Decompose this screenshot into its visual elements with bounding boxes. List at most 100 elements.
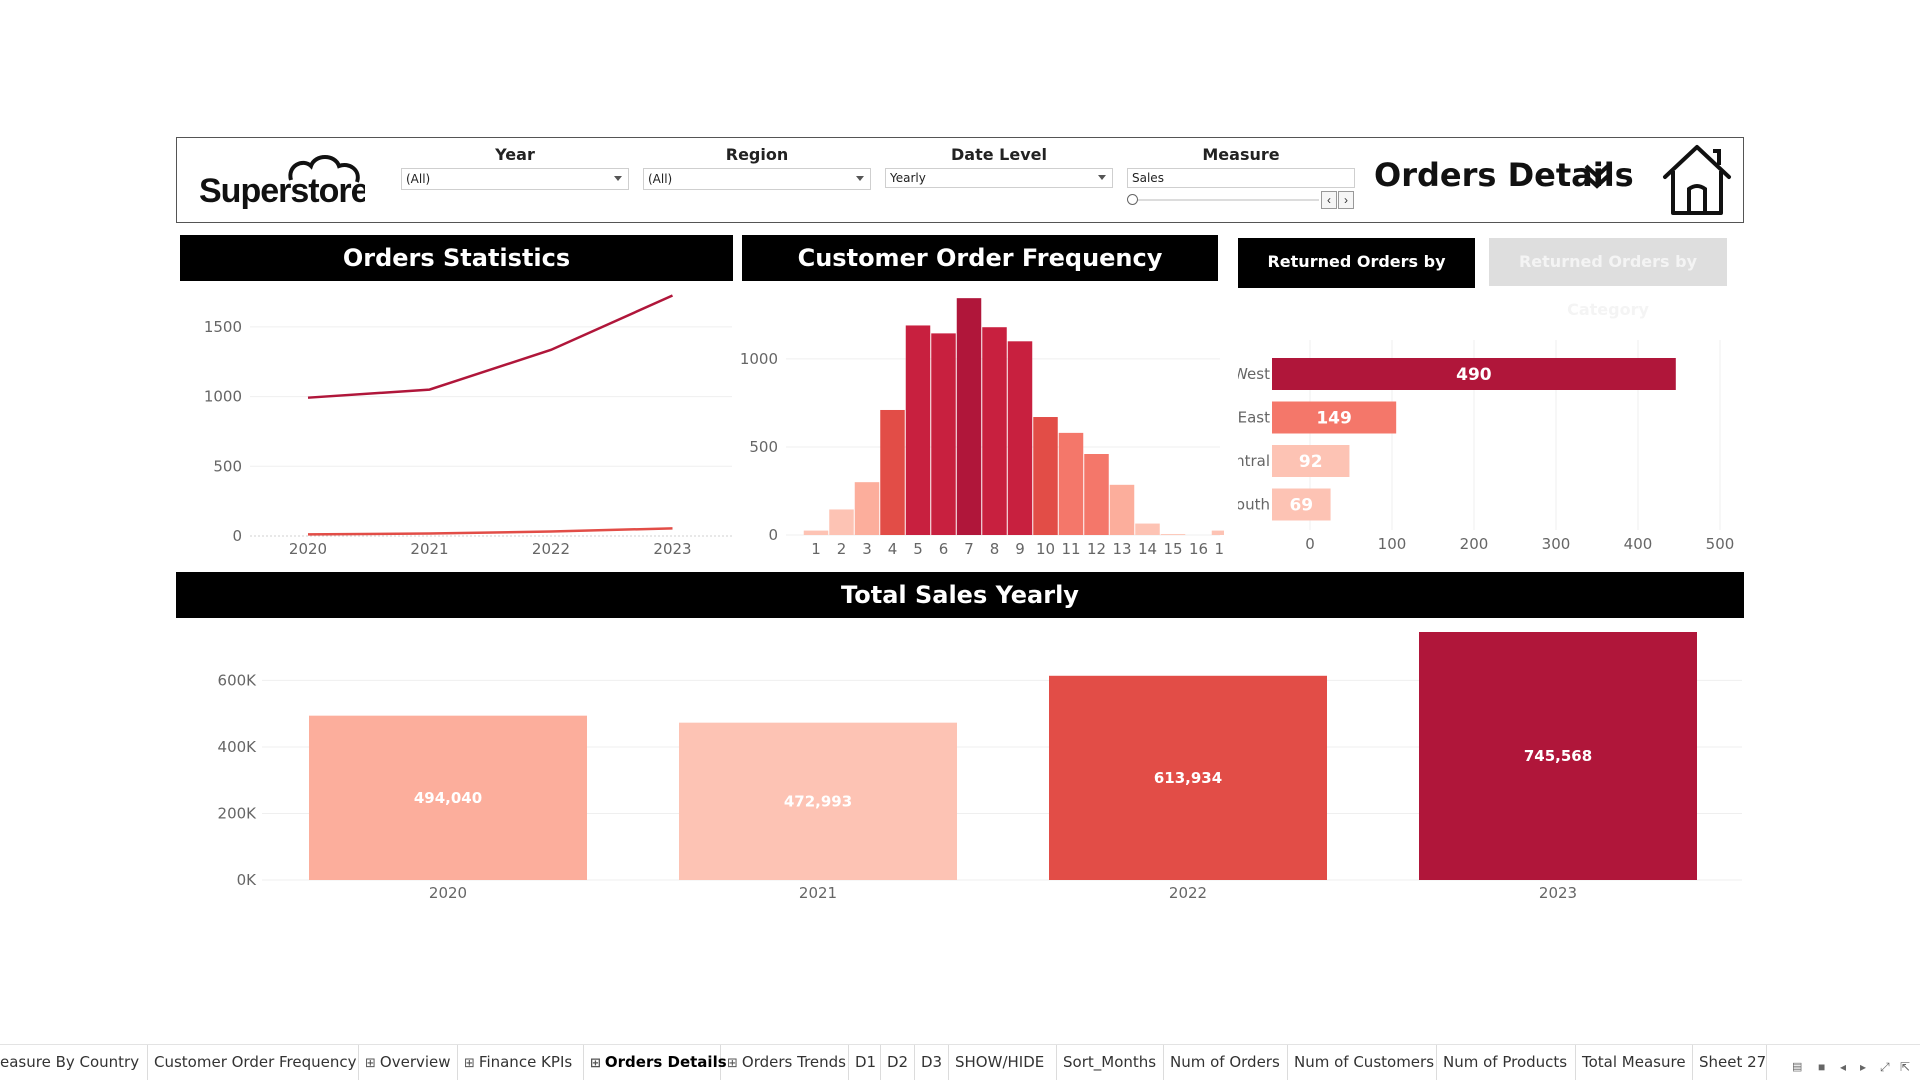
sheet-tab[interactable]: D2 (881, 1045, 915, 1080)
x-tick-label: 300 (1542, 535, 1571, 553)
chevron-down-icon (856, 176, 864, 181)
x-tick-label: 2020 (429, 884, 467, 902)
x-tick-label: 10 (1036, 540, 1055, 558)
histogram-bar (982, 327, 1007, 535)
sheet-tab[interactable]: Sort_Months (1057, 1045, 1164, 1080)
histogram-bar (1084, 454, 1109, 535)
region-filter: Region (All) (643, 144, 871, 190)
slider-next-button[interactable]: › (1338, 191, 1354, 209)
x-tick-label: 17 (1214, 540, 1224, 558)
histogram-bar (854, 482, 880, 535)
next-sheet-icon[interactable]: ▸ (1860, 1060, 1866, 1074)
sheet-tab[interactable]: Customer Order Frequency (148, 1045, 359, 1080)
histogram-bar (1109, 484, 1135, 535)
sheet-tab-bar: easure By Country Customer Order Frequenc… (0, 1044, 1920, 1080)
region-filter-title: Region (725, 145, 789, 164)
x-tick-label: 9 (1015, 540, 1025, 558)
x-tick-label: 100 (1378, 535, 1407, 553)
y-tick-label: 200K (218, 804, 258, 822)
sheet-tab-label: Orders Details (604, 1053, 727, 1071)
sheet-tab[interactable]: Sheet 27 (1693, 1045, 1767, 1080)
returned-by-region-button[interactable]: Returned Orders by Region (1238, 238, 1475, 319)
x-tick-label: 4 (888, 540, 898, 558)
region-bar-value: 92 (1299, 452, 1323, 472)
region-dropdown-value: (All) (648, 172, 673, 186)
sheet-tab[interactable]: easure By Country (0, 1045, 148, 1080)
sheet-tab[interactable]: Num of Orders (1164, 1045, 1288, 1080)
sheet-tab[interactable]: D3 (915, 1045, 949, 1080)
filmstrip-view-icon[interactable]: ■ (1818, 1060, 1825, 1074)
returned-by-category-button[interactable]: Returned Orders by Category (1489, 238, 1727, 319)
dashboard-icon: ⊞ (590, 1056, 601, 1071)
svg-text:Superstore: Superstore (199, 172, 365, 210)
prev-sheet-icon[interactable]: ◂ (1840, 1060, 1846, 1074)
region-bar-value: 69 (1289, 496, 1313, 516)
sheet-tab[interactable]: ⊞ Orders Trends (721, 1045, 849, 1080)
sheet-tab-label: Total Measure (1582, 1053, 1686, 1071)
series-line-2 (307, 527, 673, 536)
x-tick-label: 500 (1706, 535, 1735, 553)
histogram-bar (803, 530, 829, 535)
year-dropdown[interactable]: (All) (401, 168, 629, 190)
x-tick-label: 2 (837, 540, 847, 558)
sheet-tab-label: easure By Country (0, 1053, 140, 1071)
region-label: East (1238, 409, 1270, 427)
slider-track[interactable] (1131, 199, 1319, 201)
sheet-tab-label: Sort_Months (1063, 1053, 1157, 1071)
grid-view-icon[interactable]: ▤ (1792, 1060, 1802, 1073)
year-filter: Year (All) (401, 144, 629, 190)
dashboard-icon: ⊞ (727, 1056, 738, 1071)
y-tick-label: 1500 (204, 318, 242, 336)
double-chevron-down-icon[interactable] (1582, 162, 1612, 192)
sheet-tab-label: D1 (855, 1053, 877, 1071)
y-tick-label: 0K (237, 871, 258, 889)
x-tick-label: 12 (1087, 540, 1106, 558)
region-label: Central (1238, 452, 1270, 470)
fit-icon[interactable]: ⤢ (1880, 1060, 1890, 1075)
x-tick-label: 14 (1138, 540, 1157, 558)
sheet-tab[interactable]: SHOW/HIDE (949, 1045, 1057, 1080)
x-tick-label: 5 (913, 540, 923, 558)
chevron-down-icon (1098, 175, 1106, 180)
sheet-tab-label: Overview (379, 1053, 451, 1071)
sheet-tab[interactable]: ⊞ Orders Details (584, 1045, 727, 1080)
region-dropdown[interactable]: (All) (643, 168, 871, 190)
histogram-bar (880, 409, 905, 535)
x-tick-label: 0 (1305, 535, 1315, 553)
sheet-tab[interactable]: D1 (849, 1045, 881, 1080)
histogram-bar (931, 333, 956, 535)
home-icon[interactable] (1657, 141, 1737, 219)
measure-input[interactable]: Sales (1127, 168, 1355, 188)
histogram-bar (1007, 341, 1033, 535)
x-tick-label: 15 (1163, 540, 1182, 558)
fullscreen-icon[interactable]: ⇱ (1900, 1060, 1910, 1074)
dashboard: Superstore Year (All) Region (All) Date … (0, 0, 1920, 1080)
sheet-tab[interactable]: ⊞ Finance KPIs (458, 1045, 584, 1080)
date-level-filter-title: Date Level (951, 145, 1047, 164)
series-line-1 (307, 294, 674, 399)
sheet-tab-label: D3 (921, 1053, 943, 1071)
sheet-tab-label: D2 (887, 1053, 909, 1071)
sheet-tab[interactable]: Total Measure (1576, 1045, 1693, 1080)
superstore-logo: Superstore (199, 155, 365, 210)
x-tick-label: 2021 (410, 540, 448, 558)
sheet-tab-label: Num of Customers (1294, 1053, 1435, 1071)
sheet-tab-label: Customer Order Frequency (154, 1053, 357, 1071)
x-tick-label: 2022 (532, 540, 570, 558)
sheet-tab[interactable]: Num of Products (1437, 1045, 1576, 1080)
x-tick-label: 2023 (1539, 884, 1577, 902)
x-tick-label: 200 (1460, 535, 1489, 553)
sheet-tab[interactable]: Num of Customers (1288, 1045, 1437, 1080)
x-tick-label: 2020 (289, 540, 327, 558)
sales-bar-value: 613,934 (1154, 769, 1222, 787)
slider-prev-button[interactable]: ‹ (1321, 191, 1337, 209)
slider-handle[interactable] (1127, 194, 1138, 205)
dashboard-icon: ⊞ (365, 1056, 376, 1071)
filter-header: Superstore Year (All) Region (All) Date … (176, 137, 1744, 223)
y-tick-label: 500 (749, 438, 778, 456)
measure-input-value: Sales (1132, 171, 1164, 185)
region-bar-value: 149 (1316, 409, 1352, 429)
sheet-tab[interactable]: ⊞ Overview (359, 1045, 458, 1080)
date-level-dropdown[interactable]: Yearly (885, 168, 1113, 188)
y-tick-label: 1000 (740, 350, 778, 368)
